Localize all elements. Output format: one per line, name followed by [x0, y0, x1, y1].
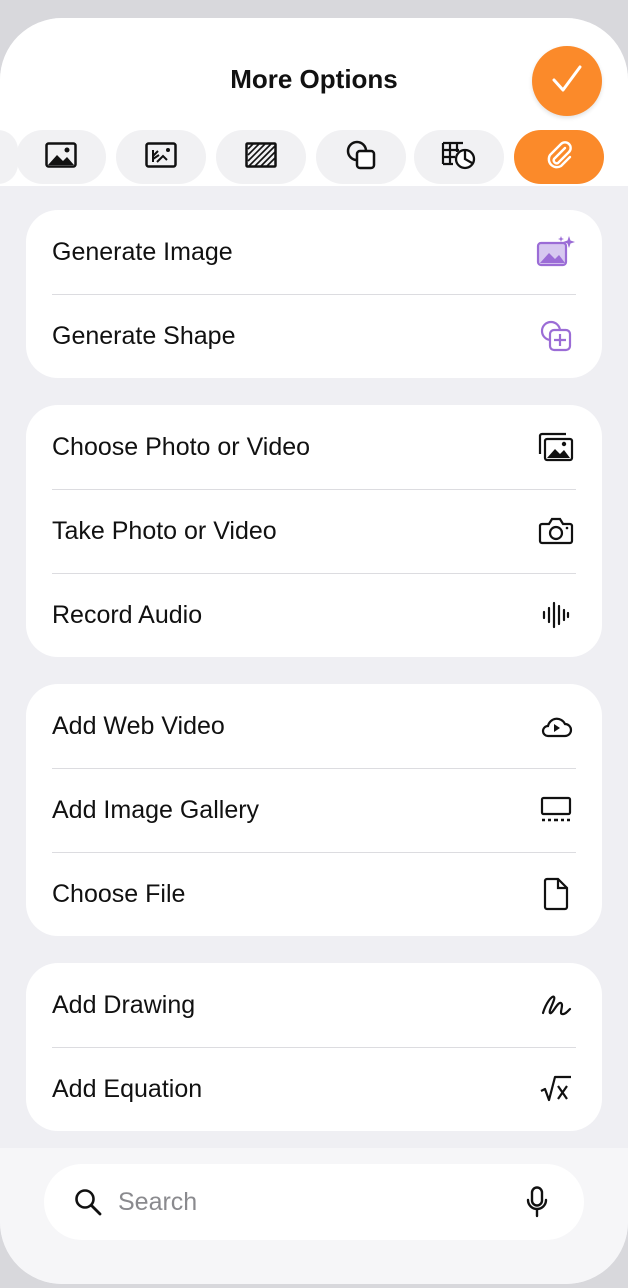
image-icon — [45, 141, 77, 173]
take-photo-item[interactable]: Take Photo or Video — [26, 489, 602, 573]
search-input[interactable] — [118, 1182, 522, 1222]
list-item-label: Add Image Gallery — [52, 795, 260, 824]
image-adjust-icon — [145, 141, 177, 173]
record-audio-item[interactable]: Record Audio — [26, 573, 602, 657]
document-icon — [536, 874, 576, 914]
sheet-header: More Options — [0, 18, 628, 186]
drawing-group: Add Drawing Add Equation — [26, 963, 602, 1131]
tab-image-adjust[interactable] — [116, 130, 206, 184]
tab-texture[interactable] — [216, 130, 306, 184]
list-item-label: Add Drawing — [52, 990, 196, 1019]
tab-shape[interactable] — [316, 130, 406, 184]
generate-group: Generate Image Generate Shape — [26, 210, 602, 378]
web-media-group: Add Web Video Add Image Gallery Choose F… — [26, 684, 602, 936]
microphone-icon[interactable] — [522, 1184, 552, 1220]
done-button[interactable] — [532, 46, 602, 116]
choose-photo-item[interactable]: Choose Photo or Video — [26, 405, 602, 489]
table-chart-icon — [441, 140, 477, 175]
photo-library-icon — [536, 427, 576, 467]
list-item-label: Take Photo or Video — [52, 516, 277, 545]
tab-attachments[interactable] — [514, 130, 604, 184]
drawing-icon — [536, 985, 576, 1025]
cloud-play-icon — [536, 706, 576, 746]
tab-table-chart[interactable] — [414, 130, 504, 184]
generate-shape-icon — [536, 316, 576, 356]
paperclip-icon — [543, 139, 575, 176]
generate-image-icon — [536, 232, 576, 272]
gallery-icon — [536, 790, 576, 830]
texture-icon — [245, 141, 277, 173]
add-drawing-item[interactable]: Add Drawing — [26, 963, 602, 1047]
add-image-gallery-item[interactable]: Add Image Gallery — [26, 768, 602, 852]
add-web-video-item[interactable]: Add Web Video — [26, 684, 602, 768]
waveform-icon — [536, 595, 576, 635]
generate-image-item[interactable]: Generate Image — [26, 210, 602, 294]
insert-tabs — [0, 130, 628, 186]
list-item-label: Choose Photo or Video — [52, 432, 311, 461]
list-item-label: Add Equation — [52, 1074, 203, 1103]
list-item-label: Add Web Video — [52, 711, 225, 740]
shape-icon — [345, 139, 377, 176]
search-area — [0, 1148, 628, 1284]
media-group: Choose Photo or Video Take Photo or Vide… — [26, 405, 602, 657]
checkmark-icon — [550, 62, 584, 101]
more-options-sheet: More Options Generate Image Generate Sha… — [0, 18, 628, 1284]
search-bar[interactable] — [44, 1164, 584, 1240]
choose-file-item[interactable]: Choose File — [26, 852, 602, 936]
list-item-label: Record Audio — [52, 600, 203, 629]
search-icon — [74, 1186, 106, 1218]
tab-image[interactable] — [16, 130, 106, 184]
list-item-label: Generate Shape — [52, 321, 236, 350]
camera-icon — [536, 511, 576, 551]
generate-shape-item[interactable]: Generate Shape — [26, 294, 602, 378]
list-item-label: Generate Image — [52, 237, 233, 266]
equation-icon — [536, 1069, 576, 1109]
add-equation-item[interactable]: Add Equation — [26, 1047, 602, 1131]
list-item-label: Choose File — [52, 879, 186, 908]
